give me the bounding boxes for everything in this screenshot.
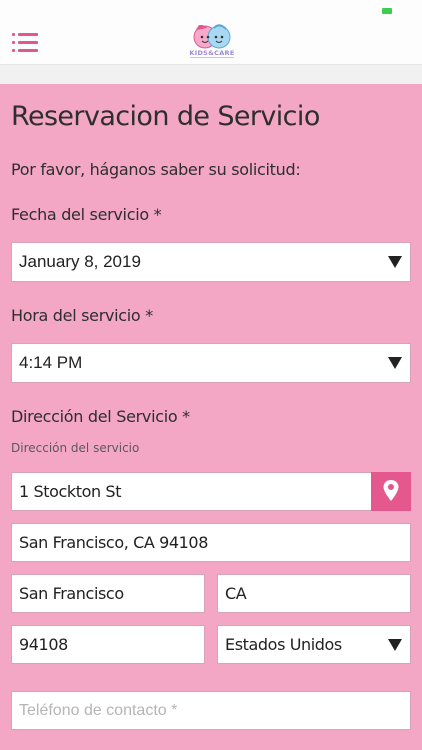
zip-input[interactable]: 94108 xyxy=(11,625,205,664)
full-address-value: San Francisco, CA 94108 xyxy=(19,533,208,552)
chevron-down-icon xyxy=(388,256,402,268)
street-input[interactable]: 1 Stockton St xyxy=(11,472,372,511)
city-input[interactable]: San Francisco xyxy=(11,574,205,613)
state-input[interactable]: CA xyxy=(217,574,411,613)
country-select[interactable]: Estados Unidos xyxy=(217,625,411,664)
menu-icon[interactable] xyxy=(12,33,38,53)
map-pin-icon xyxy=(383,480,399,501)
country-value: Estados Unidos xyxy=(225,635,342,654)
app-header: KIDS&CARE xyxy=(0,0,422,64)
intro-text: Por favor, háganos saber su solicitud: xyxy=(11,160,301,179)
logo-text: KIDS&CARE xyxy=(189,49,235,57)
chevron-down-icon xyxy=(388,638,402,651)
chevron-down-icon xyxy=(388,357,402,369)
address-label: Dirección del Servicio * xyxy=(11,407,190,426)
date-value: January 8, 2019 xyxy=(19,252,141,271)
time-value: 4:14 PM xyxy=(19,353,83,372)
address-sublabel: Dirección del servicio xyxy=(11,441,140,455)
location-button[interactable] xyxy=(371,472,411,511)
logo-underline xyxy=(190,57,234,58)
time-select[interactable]: 4:14 PM xyxy=(11,343,411,383)
logo-faces-icon xyxy=(193,24,231,49)
street-value: 1 Stockton St xyxy=(19,482,122,501)
app-logo: KIDS&CARE xyxy=(186,22,238,60)
city-value: San Francisco xyxy=(19,584,124,603)
state-value: CA xyxy=(225,584,247,603)
date-select[interactable]: January 8, 2019 xyxy=(11,242,411,282)
header-divider xyxy=(0,64,422,84)
time-label: Hora del servicio * xyxy=(11,306,153,325)
zip-value: 94108 xyxy=(19,635,68,654)
date-label: Fecha del servicio * xyxy=(11,205,162,224)
phone-placeholder: Teléfono de contacto * xyxy=(19,701,178,719)
phone-input[interactable]: Teléfono de contacto * xyxy=(11,691,411,730)
page-title: Reservacion de Servicio xyxy=(11,101,320,132)
battery-icon xyxy=(382,8,392,14)
full-address-input[interactable]: San Francisco, CA 94108 xyxy=(11,523,411,562)
